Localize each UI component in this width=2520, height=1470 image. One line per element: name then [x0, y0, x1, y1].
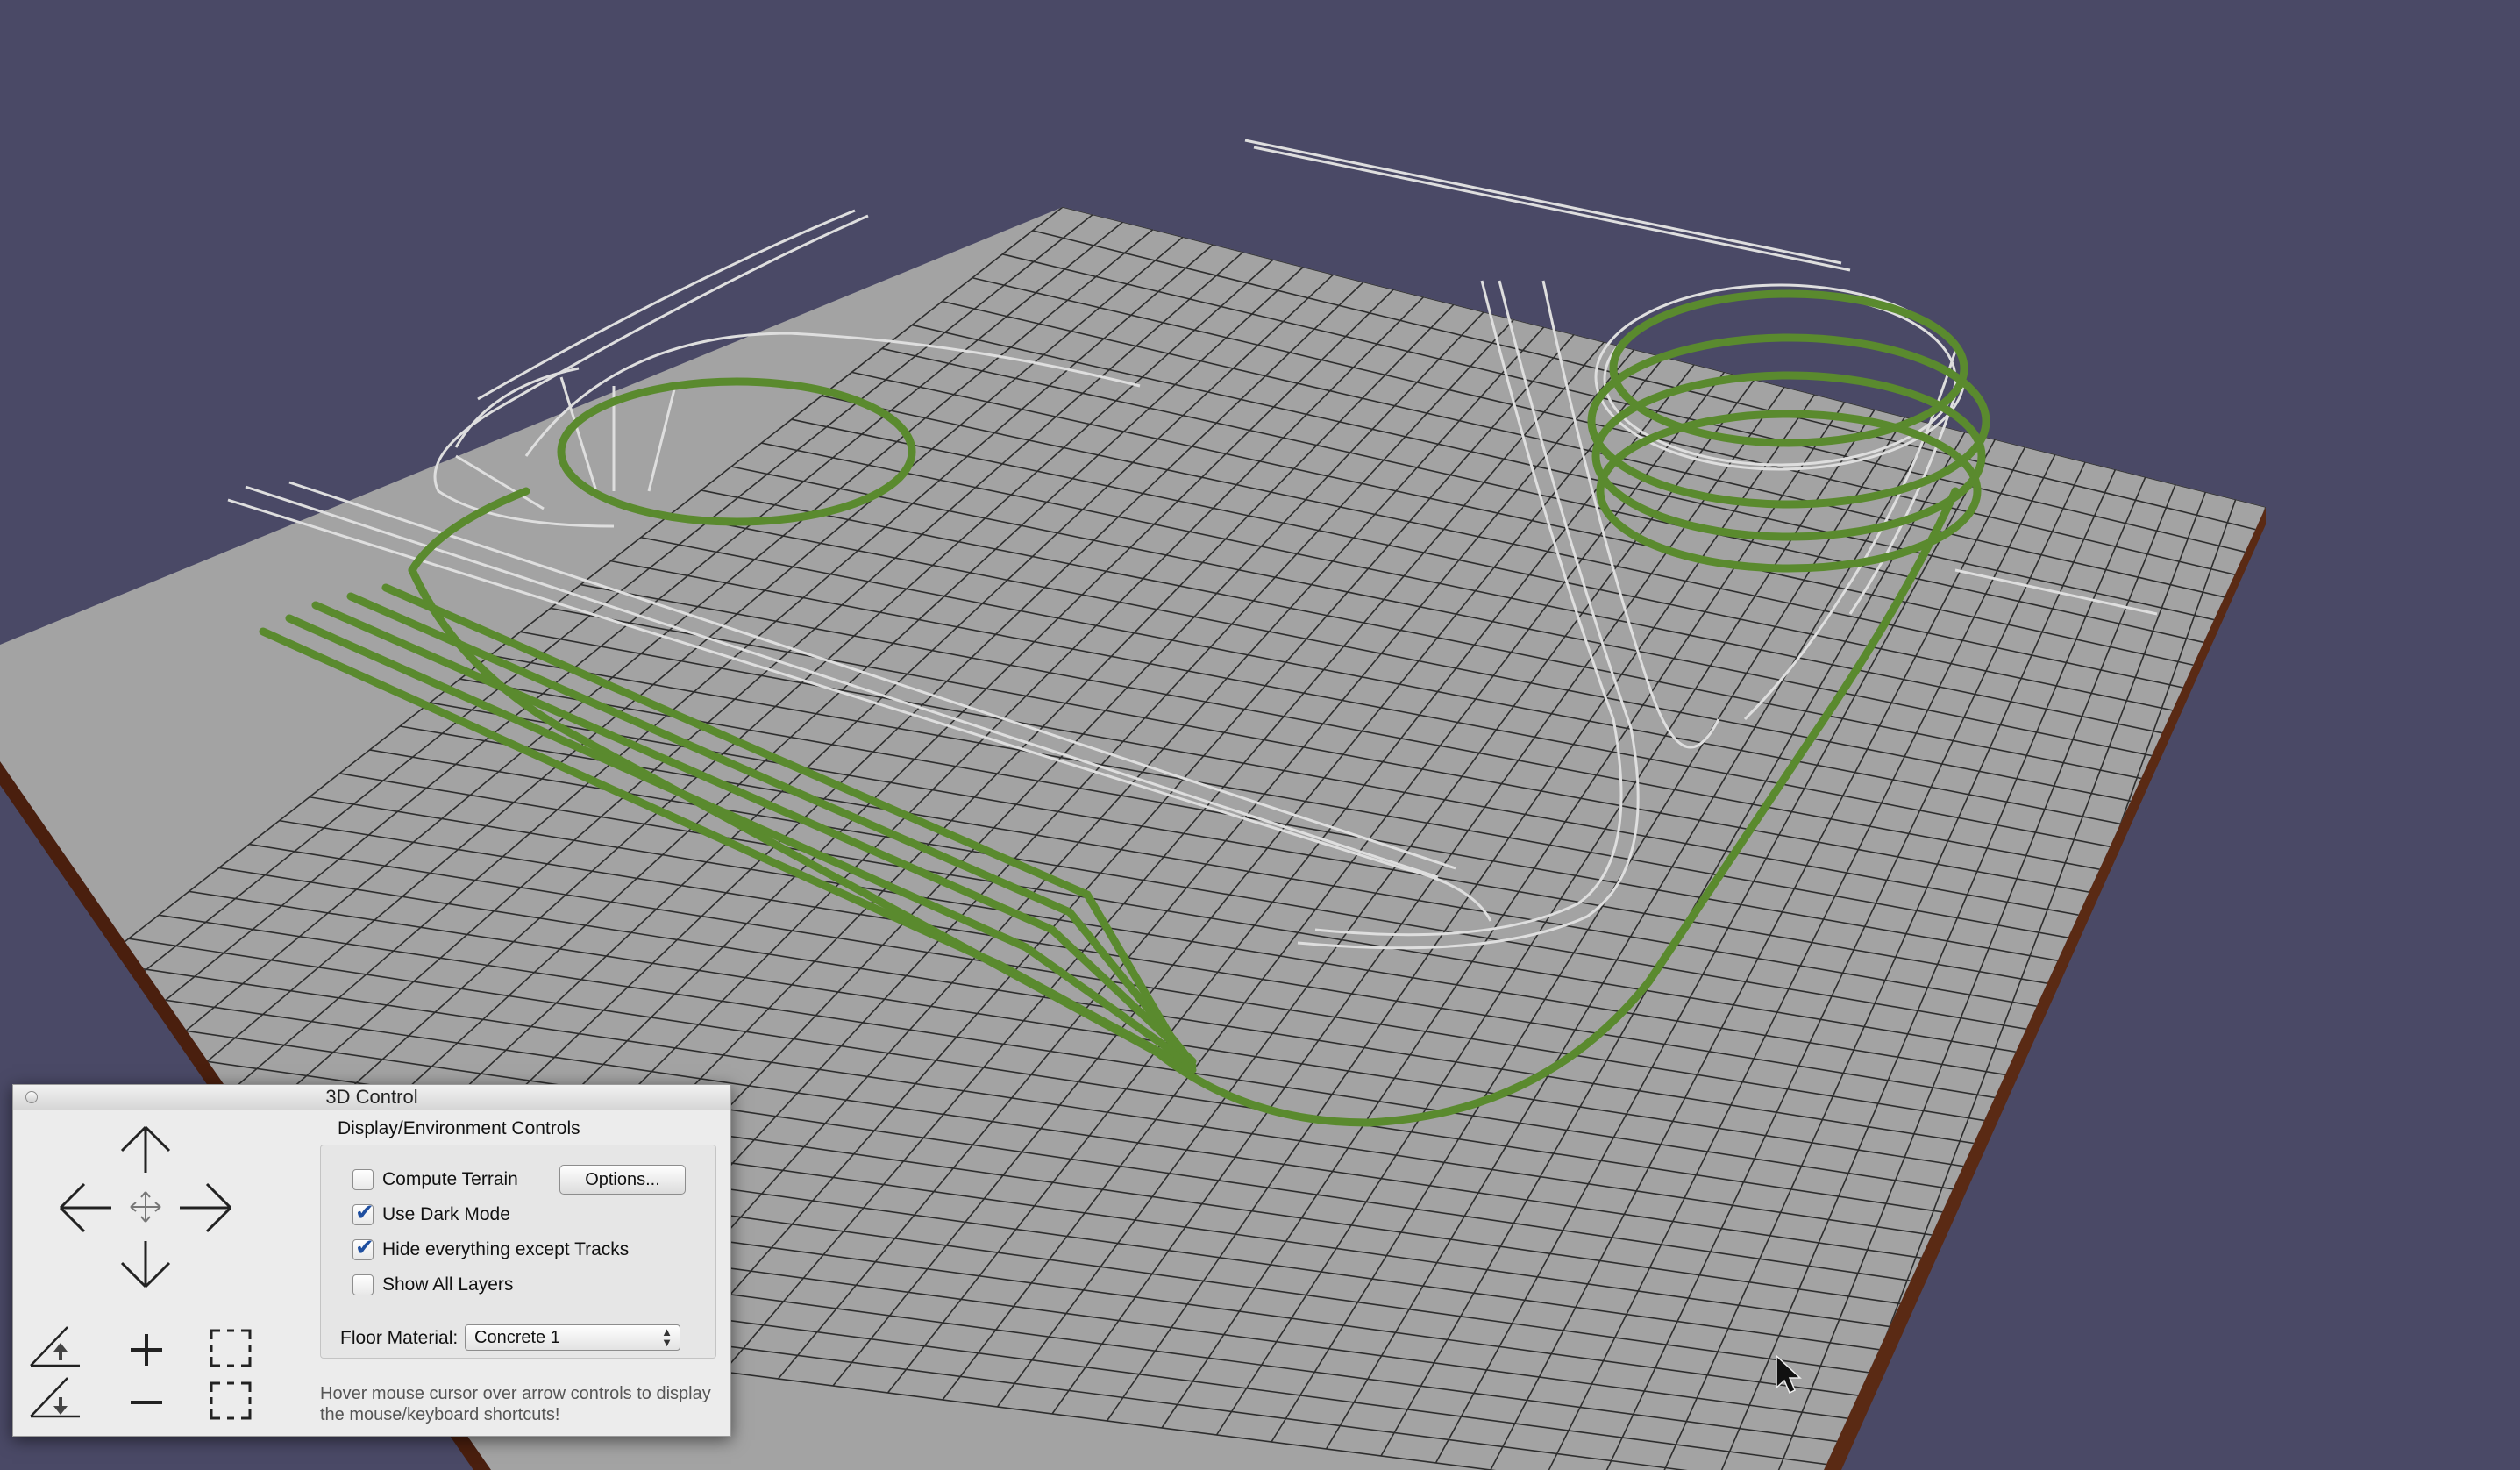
close-button[interactable] — [25, 1091, 38, 1103]
group-title: Display/Environment Controls — [338, 1118, 580, 1138]
panel-titlebar[interactable]: 3D Control — [13, 1085, 730, 1110]
compute-terrain-label: Compute Terrain — [382, 1169, 518, 1189]
arrow-left-icon[interactable] — [57, 1180, 113, 1236]
floor-material-value: Concrete 1 — [474, 1328, 560, 1347]
select-arrows-icon: ▲ ▼ — [661, 1325, 673, 1349]
hide-except-tracks-label: Hide everything except Tracks — [382, 1239, 630, 1259]
floor-material-select[interactable]: Concrete 1 ▲ ▼ — [465, 1324, 680, 1351]
zoom-out-icon[interactable] — [127, 1383, 166, 1422]
compute-terrain-row[interactable]: Compute Terrain — [352, 1167, 518, 1193]
hide-except-tracks-checkbox[interactable] — [352, 1235, 374, 1261]
hide-except-tracks-row[interactable]: Hide everything except Tracks — [352, 1235, 630, 1263]
dark-mode-checkbox[interactable] — [352, 1200, 374, 1226]
display-controls-group: Compute Terrain Options... Use Dark Mode… — [320, 1145, 716, 1359]
panel-title: 3D Control — [325, 1086, 418, 1108]
show-all-layers-label: Show All Layers — [382, 1274, 514, 1295]
tilt-down-icon[interactable] — [27, 1374, 82, 1420]
zoom-in-icon[interactable] — [127, 1331, 166, 1369]
tilt-up-icon[interactable] — [27, 1324, 82, 1369]
dark-mode-label: Use Dark Mode — [382, 1204, 510, 1224]
compute-terrain-checkbox[interactable] — [352, 1169, 374, 1190]
arrow-down-icon[interactable] — [117, 1239, 174, 1290]
options-button[interactable]: Options... — [559, 1165, 686, 1195]
expand-frame-icon[interactable] — [208, 1327, 253, 1369]
dark-mode-row[interactable]: Use Dark Mode — [352, 1200, 510, 1228]
3d-control-panel: 3D Control Display/Environment Controls — [12, 1084, 731, 1437]
floor-material-label: Floor Material: — [340, 1328, 459, 1348]
show-all-layers-row[interactable]: Show All Layers — [352, 1272, 513, 1298]
arrow-up-icon[interactable] — [117, 1124, 174, 1174]
hint-text: Hover mouse cursor over arrow controls t… — [320, 1384, 711, 1424]
arrow-right-icon[interactable] — [178, 1180, 234, 1236]
shrink-frame-icon[interactable] — [208, 1380, 253, 1422]
show-all-layers-checkbox[interactable] — [352, 1274, 374, 1295]
center-move-icon[interactable] — [129, 1190, 162, 1224]
